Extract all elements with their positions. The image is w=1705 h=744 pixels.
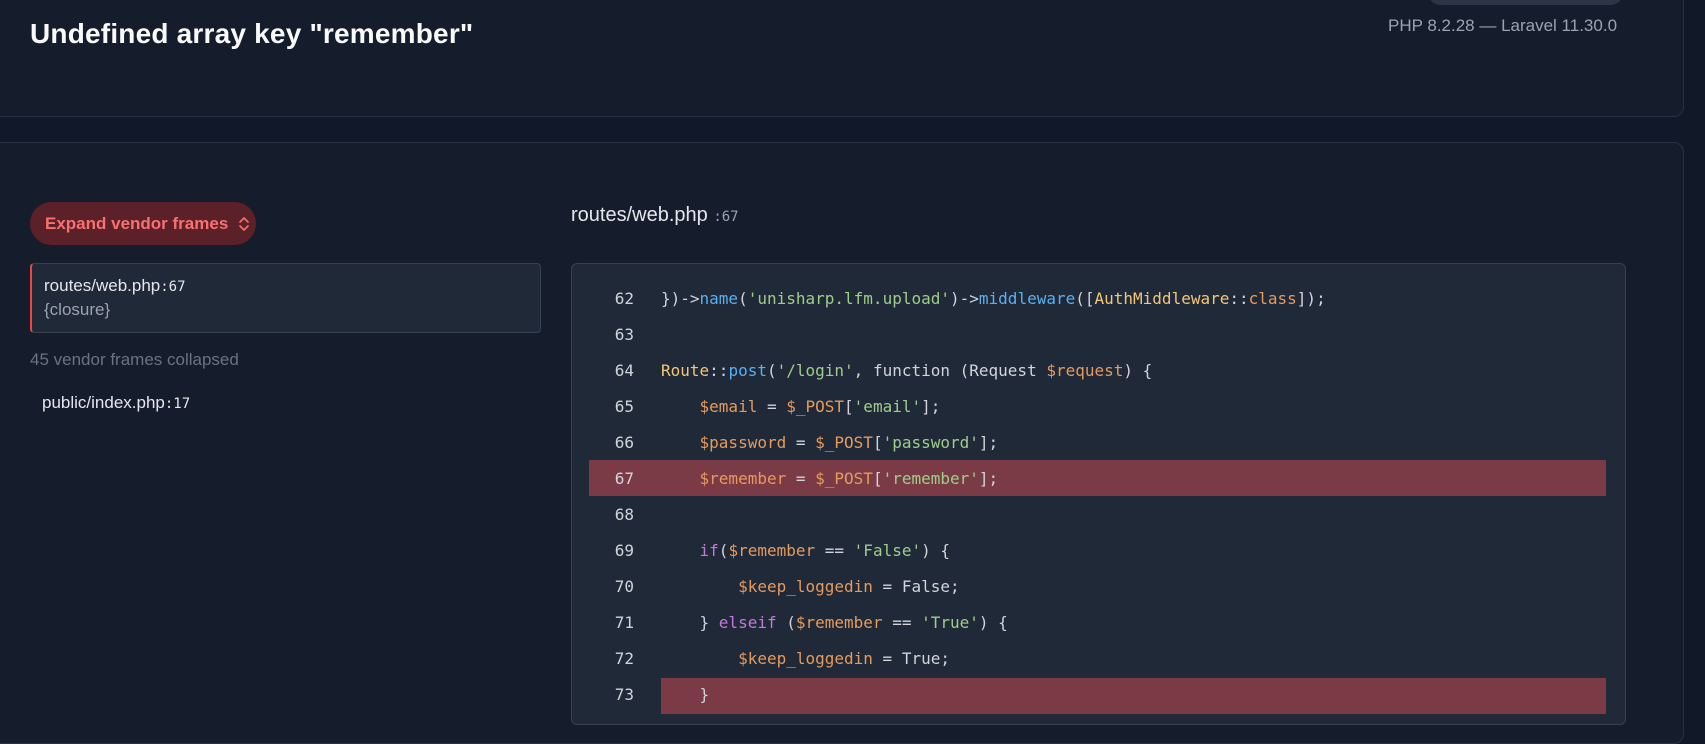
- line-number: 64: [614, 360, 634, 380]
- vendor-frames-collapsed-text: 45 vendor frames collapsed: [30, 350, 239, 369]
- error-title: Undefined array key "remember": [30, 18, 474, 49]
- code-line: 68: [589, 496, 1606, 532]
- line-number: 73: [614, 684, 634, 704]
- code-line: 64 Route::post('/login', function (Reque…: [589, 352, 1606, 388]
- code-text: $keep_loggedin = False;: [738, 576, 960, 596]
- code-text: $email = $_POST['email'];: [699, 396, 941, 416]
- code-text: $keep_loggedin = True;: [738, 648, 950, 668]
- line-number: 72: [614, 648, 634, 668]
- line-number: 63: [614, 324, 634, 344]
- line-number: 67: [614, 468, 634, 488]
- expand-vendor-frames-label: Expand vendor frames: [45, 213, 229, 233]
- code-line: 69 if($remember == 'False') {: [589, 532, 1606, 568]
- code-text: }: [661, 684, 710, 704]
- line-number: 65: [614, 396, 634, 416]
- code-line: 63: [589, 316, 1606, 352]
- stack-frame[interactable]: public/index.php:17: [42, 393, 190, 413]
- line-number: 62: [614, 288, 634, 308]
- code-line: 72 $keep_loggedin = True;: [589, 640, 1606, 676]
- line-number: 70: [614, 576, 634, 596]
- line-number: 68: [614, 504, 634, 524]
- code-file-name: routes/web.php: [571, 204, 708, 226]
- code-text: $password = $_POST['password'];: [699, 432, 999, 452]
- line-number: 66: [614, 432, 634, 452]
- code-line-highlighted: 67 $remember = $_POST['remember'];: [589, 460, 1606, 496]
- code-text: if($remember == 'False') {: [699, 540, 951, 560]
- chevron-up-down-icon: [238, 215, 250, 233]
- line-number: 69: [614, 540, 634, 560]
- expand-vendor-frames-button[interactable]: Expand vendor frames: [30, 202, 256, 245]
- code-line: 73 }: [589, 676, 1606, 712]
- code-text: $remember = $_POST['remember'];: [699, 468, 999, 488]
- code-line: 62 })->name('unisharp.lfm.upload')->midd…: [589, 280, 1606, 316]
- code-text: Route::post('/login', function (Request …: [661, 360, 1153, 380]
- code-text: } elseif ($remember == 'True') {: [661, 612, 1008, 632]
- frame-line-number: :17: [164, 396, 191, 412]
- stack-frame-active[interactable]: routes/web.php:67 {closure}: [30, 263, 541, 333]
- code-line: 65 $email = $_POST['email'];: [589, 388, 1606, 424]
- code-file-line: :67: [713, 209, 739, 225]
- header-pill[interactable]: [1428, 0, 1623, 5]
- frame-line-number: :67: [160, 279, 186, 295]
- frame-file: routes/web.php: [44, 276, 161, 295]
- line-number: 71: [614, 612, 634, 632]
- code-line: 66 $password = $_POST['password'];: [589, 424, 1606, 460]
- version-info: PHP 8.2.28 — Laravel 11.30.0: [1388, 16, 1618, 35]
- code-line: 71 } elseif ($remember == 'True') {: [589, 604, 1606, 640]
- code-file-path: routes/web.php :67: [571, 204, 739, 227]
- frame-function: {closure}: [44, 300, 111, 319]
- code-line: 70 $keep_loggedin = False;: [589, 568, 1606, 604]
- code-text: })->name('unisharp.lfm.upload')->middlew…: [661, 288, 1326, 308]
- frame-file: public/index.php: [42, 393, 165, 412]
